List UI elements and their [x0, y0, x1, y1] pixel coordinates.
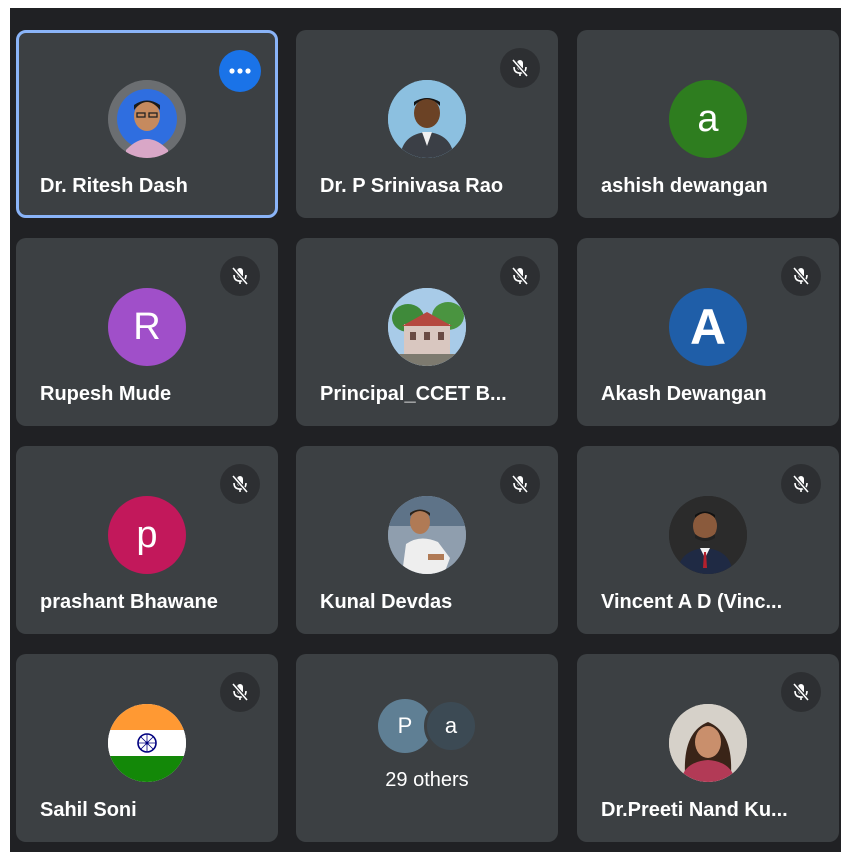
- participant-tile-vincent-a-d[interactable]: Vincent A D (Vinc...: [577, 446, 839, 634]
- mic-off-icon: [220, 672, 260, 712]
- avatar: [669, 704, 747, 782]
- participant-tile-prashant-bhawane[interactable]: p prashant Bhawane: [16, 446, 278, 634]
- participant-name: Principal_CCET B...: [320, 383, 507, 405]
- avatar-initial: a: [697, 97, 719, 140]
- avatar-initial: A: [689, 299, 727, 355]
- mic-off-icon: [500, 464, 540, 504]
- others-count-label: 29 others: [385, 769, 469, 791]
- participant-name: Dr.Preeti Nand Ku...: [601, 799, 788, 821]
- avatar: [388, 496, 466, 574]
- india-flag-icon: [108, 704, 186, 782]
- mic-off-icon: [781, 256, 821, 296]
- meeting-grid: Dr. Ritesh Dash Dr. P Srinivasa Rao a as…: [10, 8, 841, 852]
- avatar: [388, 288, 466, 366]
- mic-off-icon: [500, 48, 540, 88]
- others-avatar: a: [424, 699, 478, 753]
- participant-tile-preeti-nand[interactable]: Dr.Preeti Nand Ku...: [577, 654, 839, 842]
- participant-tile-principal-ccet[interactable]: Principal_CCET B...: [296, 238, 558, 426]
- avatar: [108, 704, 186, 782]
- participant-tile-sahil-soni[interactable]: Sahil Soni: [16, 654, 278, 842]
- participant-name: Kunal Devdas: [320, 591, 453, 613]
- more-options-button[interactable]: [219, 50, 261, 92]
- participant-tile-kunal-devdas[interactable]: Kunal Devdas: [296, 446, 558, 634]
- participant-name: Rupesh Mude: [40, 383, 172, 405]
- mic-off-icon: [781, 464, 821, 504]
- avatar-initial: a: [444, 713, 458, 738]
- participant-name: Akash Dewangan: [601, 383, 767, 405]
- avatar: [108, 80, 186, 158]
- avatar-initial: p: [136, 513, 158, 556]
- avatar: [388, 80, 466, 158]
- others-avatars: P a: [378, 699, 488, 753]
- participant-name: Sahil Soni: [40, 799, 137, 821]
- avatar: A: [669, 288, 747, 366]
- mic-off-icon: [781, 672, 821, 712]
- avatar: R: [108, 288, 186, 366]
- participant-tile-rupesh-mude[interactable]: R Rupesh Mude: [16, 238, 278, 426]
- participant-name: Dr. P Srinivasa Rao: [320, 175, 504, 197]
- mic-off-icon: [220, 256, 260, 296]
- participant-name: prashant Bhawane: [40, 591, 218, 613]
- participant-name: Vincent A D (Vinc...: [601, 591, 783, 613]
- more-dots-icon: [229, 68, 251, 74]
- mic-off-icon: [500, 256, 540, 296]
- avatar: [669, 496, 747, 574]
- participant-tile-akash-dewangan[interactable]: A Akash Dewangan: [577, 238, 839, 426]
- avatar-initial: R: [133, 305, 161, 348]
- mic-off-icon: [220, 464, 260, 504]
- participant-tile-ritesh-dash[interactable]: Dr. Ritesh Dash: [16, 30, 278, 218]
- participant-tile-p-srinivasa-rao[interactable]: Dr. P Srinivasa Rao: [296, 30, 558, 218]
- others-tile[interactable]: P a 29 others: [296, 654, 558, 842]
- avatar: p: [108, 496, 186, 574]
- participant-name: ashish dewangan: [601, 175, 768, 197]
- participant-name: Dr. Ritesh Dash: [40, 175, 188, 197]
- avatar-initial: P: [397, 713, 413, 738]
- avatar: a: [669, 80, 747, 158]
- participant-tile-ashish-dewangan[interactable]: a ashish dewangan: [577, 30, 839, 218]
